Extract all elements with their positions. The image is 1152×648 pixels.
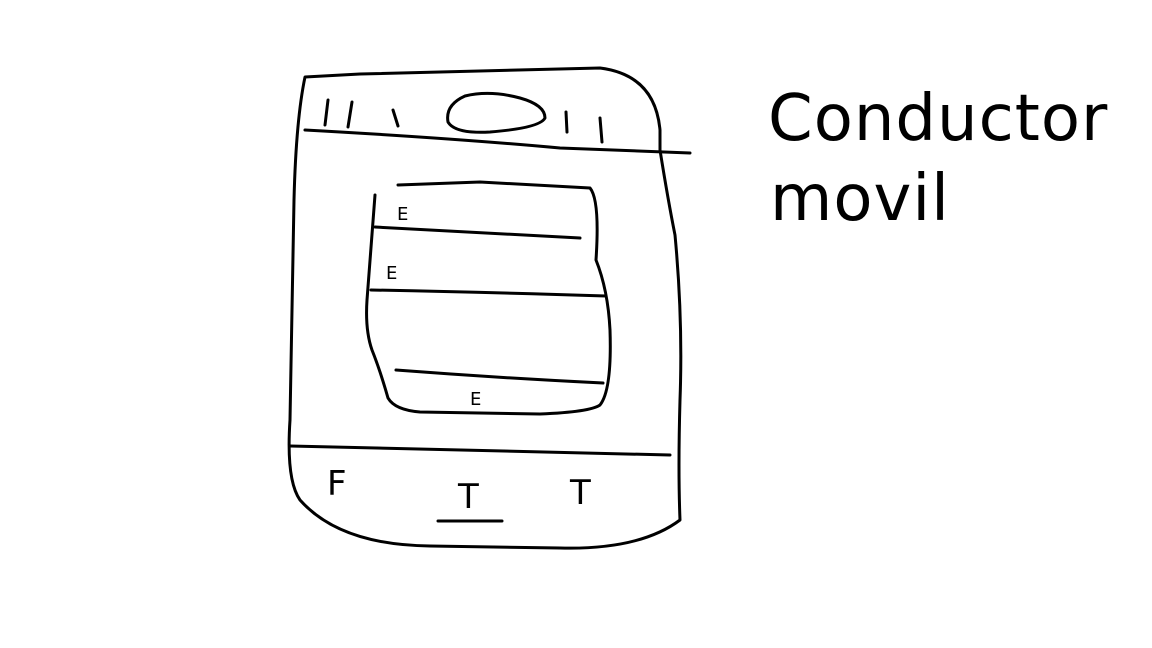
field-underline [373,225,582,240]
field-label: E [397,204,408,225]
form-button[interactable]: E [394,368,605,410]
field-underline [369,288,608,298]
button-label: E [470,389,481,410]
tab-t[interactable]: T [569,473,591,513]
wireframe-sketch: ||| || E E E F T T Conductor movil [287,66,1108,550]
handwritten-note: Conductor movil [768,82,1108,236]
battery-bar-icon [564,110,569,134]
note-line-2: movil [770,162,950,236]
bottom-nav-divider [288,444,672,457]
signal-bar-icon [391,108,400,128]
button-outline-top [394,368,605,385]
phone-outline [287,66,683,550]
signal-bar-icon [323,98,330,127]
tab-t-active[interactable]: T [457,477,479,517]
battery-bar-icon [598,116,604,144]
tab-f[interactable]: F [327,464,347,504]
field-label: E [386,263,397,284]
note-line-1: Conductor [768,82,1108,156]
form-field[interactable]: E [369,263,608,298]
form-field[interactable]: E [373,204,582,240]
signal-bar-icon [346,100,354,129]
camera-pill-icon [446,91,547,134]
bottom-nav: F T T [327,464,591,523]
status-bar-divider [303,128,692,155]
